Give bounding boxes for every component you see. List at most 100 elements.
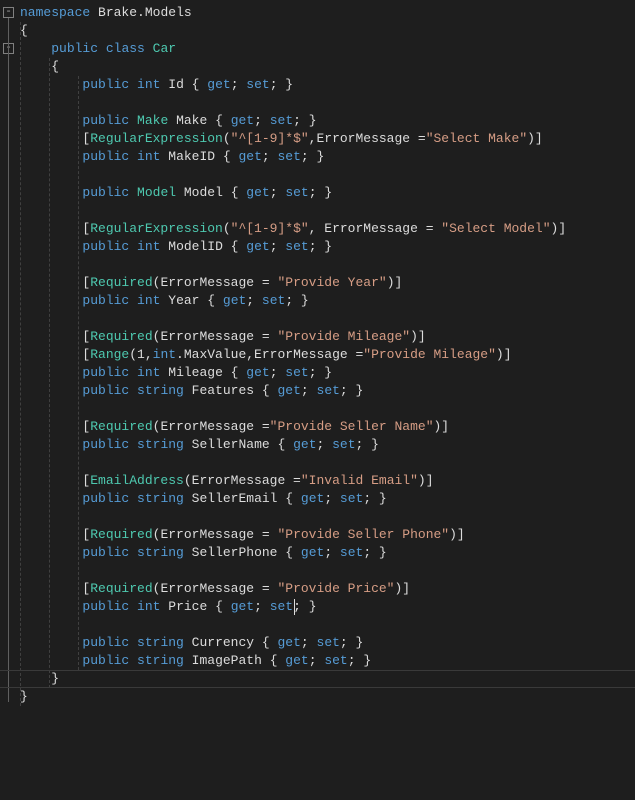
token-str: "Provide Year" [277,275,386,290]
code-line[interactable]: public string SellerName { get; set; } [18,436,566,454]
token-punc: ; [270,365,286,380]
token-kw: get [223,293,246,308]
code-line[interactable] [18,562,566,580]
code-line[interactable]: public int MakeID { get; set; } [18,148,566,166]
token-punc: ; } [340,635,363,650]
code-area[interactable]: namespace Brake.Models{ public class Car… [18,4,566,706]
code-line[interactable]: [RegularExpression("^[1-9]*$",ErrorMessa… [18,130,566,148]
token-punc [184,545,192,560]
token-punc [20,41,51,56]
token-punc [20,635,82,650]
code-line[interactable] [18,256,566,274]
token-punc [20,77,82,92]
token-punc: ; } [270,77,293,92]
code-line[interactable]: public string ImagePath { get; set; } [18,652,566,670]
code-line[interactable]: public int Mileage { get; set; } [18,364,566,382]
token-punc [129,491,137,506]
code-line[interactable]: public string SellerPhone { get; set; } [18,544,566,562]
code-line[interactable] [18,508,566,526]
token-punc: { [199,293,222,308]
token-punc: [ [20,419,90,434]
code-editor[interactable]: -- namespace Brake.Models{ public class … [0,0,635,800]
code-line[interactable]: public int Year { get; set; } [18,292,566,310]
token-ident: Make [176,113,207,128]
code-line[interactable]: { [18,22,566,40]
code-line[interactable]: [Range(1,int.MaxValue,ErrorMessage ="Pro… [18,346,566,364]
token-punc: ; } [309,365,332,380]
token-kw: get [278,635,301,650]
code-line[interactable]: public int Price { get; set; } [18,598,566,616]
token-kw: set [246,77,269,92]
token-punc [145,41,153,56]
code-line[interactable]: [Required(ErrorMessage = "Provide Price"… [18,580,566,598]
token-punc: { [184,77,207,92]
token-kw: set [324,653,347,668]
indent-guide [49,58,50,688]
token-punc: , ErrorMessage = [309,221,442,236]
token-punc: { [207,599,230,614]
token-punc [129,437,137,452]
code-line[interactable]: [EmailAddress(ErrorMessage ="Invalid Ema… [18,472,566,490]
token-kw: get [301,545,324,560]
token-punc: [ [20,581,90,596]
code-line[interactable] [18,310,566,328]
code-line[interactable] [18,400,566,418]
token-ident: SellerEmail [192,491,278,506]
token-kw: string [137,383,184,398]
token-punc: { [223,239,246,254]
token-type: Car [153,41,176,56]
token-str: "Select Make" [426,131,527,146]
token-punc: ( [223,131,231,146]
token-kw: set [270,599,293,614]
code-line[interactable]: [Required(ErrorMessage = "Provide Mileag… [18,328,566,346]
token-kw: get [246,365,269,380]
token-punc [129,77,137,92]
token-punc [129,635,137,650]
token-punc [20,653,82,668]
code-line[interactable]: public string Features { get; set; } [18,382,566,400]
code-line[interactable] [18,202,566,220]
token-punc [20,491,82,506]
token-punc: . [137,5,145,20]
token-str: "Invalid Email" [301,473,418,488]
token-punc [184,437,192,452]
code-line[interactable]: public int ModelID { get; set; } [18,238,566,256]
token-kw: public [82,653,129,668]
code-line[interactable]: } [18,688,566,706]
code-line[interactable]: public class Car [18,40,566,58]
code-line[interactable]: [Required(ErrorMessage = "Provide Year")… [18,274,566,292]
code-line[interactable] [18,616,566,634]
code-line[interactable]: namespace Brake.Models [18,4,566,22]
token-kw: public [82,185,129,200]
indent-guide [78,76,79,670]
token-punc: { [207,113,230,128]
code-line[interactable]: { [18,58,566,76]
token-punc: [ [20,131,90,146]
indent-guide [20,22,21,706]
token-punc [129,185,137,200]
code-line[interactable]: public Model Model { get; set; } [18,184,566,202]
token-type: Required [90,419,152,434]
code-line[interactable]: public Make Make { get; set; } [18,112,566,130]
token-punc [184,491,192,506]
token-ident: ImagePath [192,653,262,668]
token-kw: public [82,599,129,614]
code-line[interactable]: public string Currency { get; set; } [18,634,566,652]
token-type: Range [90,347,129,362]
token-punc [129,365,137,380]
code-line[interactable]: [Required(ErrorMessage ="Provide Seller … [18,418,566,436]
code-line[interactable]: [Required(ErrorMessage = "Provide Seller… [18,526,566,544]
token-kw: set [285,239,308,254]
code-line[interactable]: public int Id { get; set; } [18,76,566,94]
fold-toggle-icon[interactable]: - [3,7,14,18]
token-type: EmailAddress [90,473,184,488]
code-line[interactable] [18,94,566,112]
code-line[interactable] [18,166,566,184]
token-ident: Currency [192,635,254,650]
code-line[interactable] [18,454,566,472]
code-line[interactable]: [RegularExpression("^[1-9]*$", ErrorMess… [18,220,566,238]
token-kw: get [238,149,261,164]
token-punc: ; } [340,383,363,398]
code-line[interactable]: public string SellerEmail { get; set; } [18,490,566,508]
code-line[interactable]: } [18,670,566,688]
